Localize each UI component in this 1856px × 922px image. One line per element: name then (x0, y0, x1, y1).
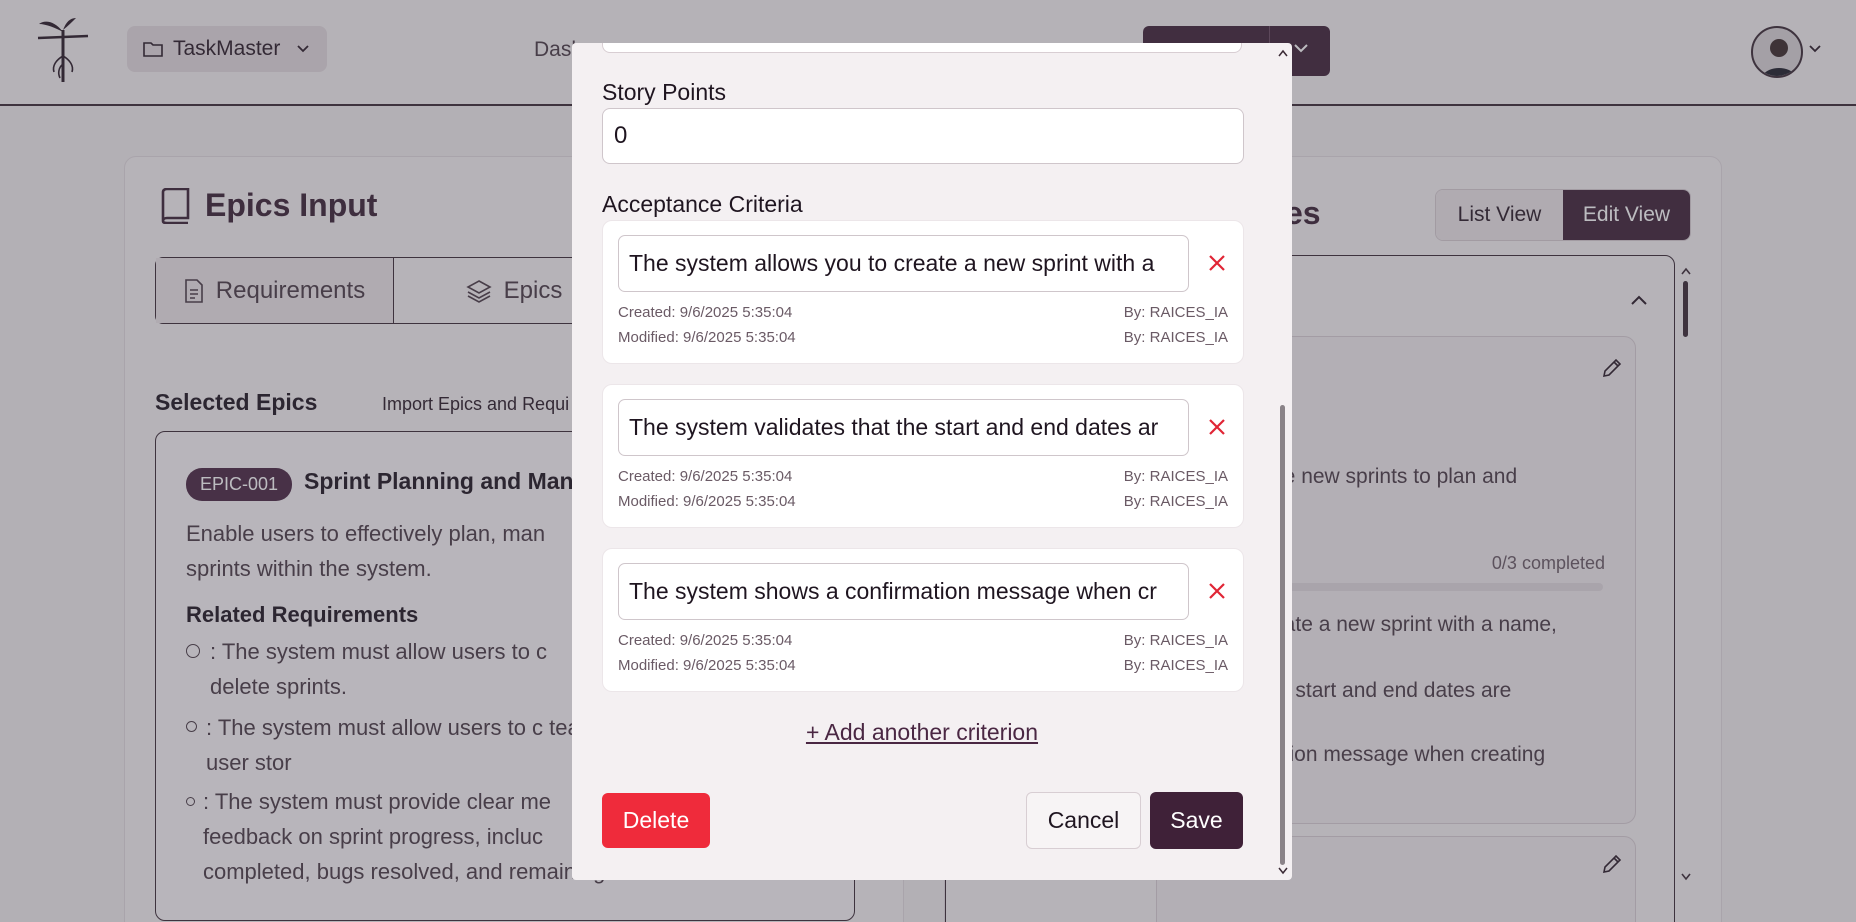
story-points-input[interactable]: 0 (602, 108, 1244, 164)
criterion-created: Created: 9/6/2025 5:35:04 (618, 632, 793, 649)
criterion-created: Created: 9/6/2025 5:35:04 (618, 468, 793, 485)
criterion-modified-by: By: RAICES_IA (1123, 657, 1228, 674)
acceptance-criteria-label: Acceptance Criteria (602, 191, 803, 217)
close-icon[interactable] (1205, 579, 1229, 603)
cancel-button[interactable]: Cancel (1026, 792, 1141, 849)
criterion-created-by: By: RAICES_IA (1123, 632, 1228, 649)
close-icon[interactable] (1205, 415, 1229, 439)
criterion-created-by: By: RAICES_IA (1123, 468, 1228, 485)
scrollbar-thumb[interactable] (1280, 405, 1285, 865)
close-icon[interactable] (1205, 251, 1229, 275)
chevron-down-icon[interactable] (1277, 867, 1289, 875)
criterion-card: The system allows you to create a new sp… (602, 220, 1244, 364)
criterion-created-by: By: RAICES_IA (1123, 304, 1228, 321)
criterion-card: The system shows a confirmation message … (602, 548, 1244, 692)
criterion-modified-by: By: RAICES_IA (1123, 493, 1228, 510)
criterion-modified: Modified: 9/6/2025 5:35:04 (618, 657, 796, 674)
criterion-modified: Modified: 9/6/2025 5:35:04 (618, 329, 796, 346)
criterion-input[interactable]: The system validates that the start and … (618, 399, 1189, 456)
criterion-input[interactable]: The system shows a confirmation message … (618, 563, 1189, 620)
criterion-card: The system validates that the start and … (602, 384, 1244, 528)
chevron-up-icon[interactable] (1277, 49, 1289, 57)
save-button[interactable]: Save (1150, 792, 1243, 849)
previous-field[interactable] (602, 43, 1242, 53)
criterion-modified-by: By: RAICES_IA (1123, 329, 1228, 346)
criterion-input[interactable]: The system allows you to create a new sp… (618, 235, 1189, 292)
modal-scrollbar[interactable] (1276, 43, 1290, 880)
criterion-created: Created: 9/6/2025 5:35:04 (618, 304, 793, 321)
story-points-label: Story Points (602, 79, 726, 105)
add-criterion-link[interactable]: + Add another criterion (572, 719, 1272, 746)
criterion-modified: Modified: 9/6/2025 5:35:04 (618, 493, 796, 510)
delete-button[interactable]: Delete (602, 793, 710, 848)
edit-story-modal: Story Points 0 Acceptance Criteria The s… (572, 43, 1292, 880)
